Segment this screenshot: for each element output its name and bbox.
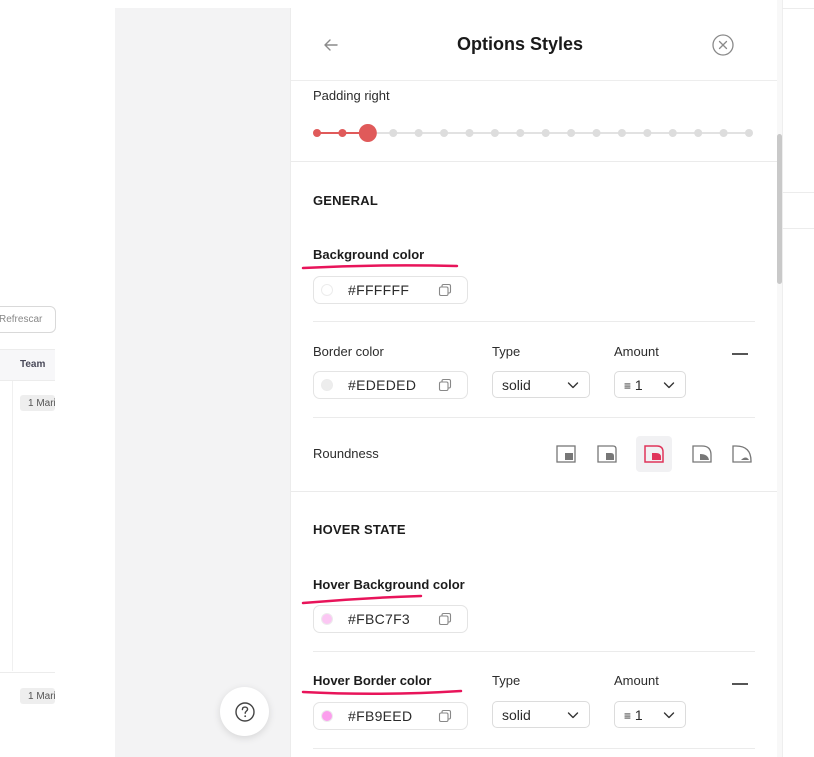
corner-full-round-icon — [732, 445, 752, 463]
background-color-label: Background color — [313, 247, 425, 262]
roundness-label: Roundness — [313, 446, 379, 461]
border-color-swatch[interactable] — [321, 379, 333, 391]
corner-large-round-icon — [692, 445, 712, 463]
hover-border-type-value: solid — [502, 706, 531, 723]
border-type-select[interactable]: solid — [492, 371, 590, 398]
corner-small-round-icon — [597, 445, 617, 463]
background-color-field[interactable]: #FFFFFF — [313, 276, 468, 304]
refresh-button[interactable]: Refrescar — [0, 306, 56, 333]
hover-type-label: Type — [492, 673, 521, 688]
slider-step[interactable] — [440, 129, 449, 137]
background-right-strip — [782, 0, 814, 757]
row-divider — [313, 417, 755, 418]
section-divider — [291, 491, 777, 492]
row-divider — [313, 321, 755, 322]
question-circle-icon — [234, 701, 255, 722]
chevron-down-icon — [663, 711, 675, 718]
hover-background-color-swatch[interactable] — [321, 613, 333, 625]
roundness-option-none[interactable] — [548, 436, 584, 472]
border-color-field[interactable]: #EDEDED — [313, 371, 468, 399]
roundness-option-full[interactable] — [724, 436, 760, 472]
team-column-header[interactable]: Team — [20, 359, 45, 370]
background-divider — [782, 8, 814, 9]
hover-border-amount-select[interactable]: ≡ 1 — [614, 701, 686, 728]
hover-border-color-swatch[interactable] — [321, 710, 333, 722]
slider-step[interactable] — [490, 129, 499, 137]
copy-icon[interactable] — [438, 378, 452, 392]
slider-step[interactable] — [389, 129, 398, 137]
roundness-option-small[interactable] — [589, 436, 625, 472]
slider-step[interactable] — [617, 129, 626, 137]
background-color-value[interactable]: #FFFFFF — [348, 282, 438, 298]
hover-border-color-label: Hover Border color — [313, 673, 432, 688]
options-styles-panel: Options Styles Padding right GENERAL Bac… — [290, 8, 777, 757]
slider-step[interactable] — [414, 129, 423, 137]
column-separator — [12, 381, 13, 671]
slider-step[interactable] — [338, 129, 347, 137]
lines-icon: ≡ — [624, 708, 632, 723]
slider-step[interactable] — [668, 129, 677, 137]
padding-right-slider[interactable] — [313, 124, 753, 144]
background-divider — [782, 228, 814, 229]
remove-border-button[interactable] — [732, 353, 748, 355]
border-color-label: Border color — [313, 344, 384, 359]
background-divider — [782, 192, 814, 193]
type-label: Type — [492, 344, 521, 359]
background-app: Refrescar Team 1 Mari 1 Mari — [0, 0, 115, 757]
slider-step[interactable] — [516, 129, 525, 137]
chevron-down-icon — [567, 381, 579, 388]
slider-step[interactable] — [643, 129, 652, 137]
hover-background-color-field[interactable]: #FBC7F3 — [313, 605, 468, 633]
section-divider — [291, 161, 777, 162]
slider-step[interactable] — [592, 129, 601, 137]
corner-square-icon — [556, 445, 576, 463]
hover-border-type-select[interactable]: solid — [492, 701, 590, 728]
amount-label: Amount — [614, 344, 659, 359]
border-color-value[interactable]: #EDEDED — [348, 377, 438, 393]
slider-thumb[interactable] — [358, 124, 377, 142]
slider-step[interactable] — [567, 129, 576, 137]
border-type-value: solid — [502, 376, 531, 393]
roundness-option-large[interactable] — [684, 436, 720, 472]
roundness-option-medium[interactable] — [636, 436, 672, 472]
copy-icon[interactable] — [438, 709, 452, 723]
slider-step[interactable] — [541, 129, 550, 137]
panel-header: Options Styles — [291, 8, 777, 81]
remove-hover-border-button[interactable] — [732, 683, 748, 685]
row-tag: 1 Mari — [20, 688, 55, 704]
padding-right-label: Padding right — [313, 88, 390, 103]
copy-icon[interactable] — [438, 612, 452, 626]
hover-background-color-label: Hover Background color — [313, 577, 465, 592]
border-amount-select[interactable]: ≡ 1 — [614, 371, 686, 398]
slider-step[interactable] — [719, 129, 728, 137]
hover-section-title: HOVER STATE — [313, 522, 406, 537]
hover-background-color-value[interactable]: #FBC7F3 — [348, 611, 438, 627]
help-button[interactable] — [220, 687, 269, 736]
lines-icon: ≡ — [624, 378, 632, 393]
row-divider — [0, 672, 55, 673]
hover-border-amount-value: 1 — [634, 706, 643, 723]
slider-step[interactable] — [694, 129, 703, 137]
panel-title: Options Styles — [456, 34, 584, 54]
copy-icon[interactable] — [438, 283, 452, 297]
slider-step[interactable] — [313, 129, 321, 137]
chevron-down-icon — [663, 381, 675, 388]
hover-border-color-field[interactable]: #FB9EED — [313, 702, 468, 730]
slider-step[interactable] — [465, 129, 474, 137]
close-circle-icon[interactable] — [711, 33, 735, 57]
general-section-title: GENERAL — [313, 193, 378, 208]
row-divider — [313, 651, 755, 652]
hover-border-color-value[interactable]: #FB9EED — [348, 708, 438, 724]
annotation-underline — [301, 689, 463, 696]
border-amount-value: 1 — [634, 376, 643, 393]
background-color-swatch[interactable] — [321, 284, 333, 296]
hover-amount-label: Amount — [614, 673, 659, 688]
annotation-underline — [301, 264, 459, 270]
corner-medium-round-icon — [644, 445, 664, 463]
row-tag: 1 Mari — [20, 395, 55, 411]
modal-overlay[interactable] — [115, 8, 290, 757]
slider-step[interactable] — [745, 129, 753, 137]
row-divider — [313, 748, 755, 749]
chevron-down-icon — [567, 711, 579, 718]
